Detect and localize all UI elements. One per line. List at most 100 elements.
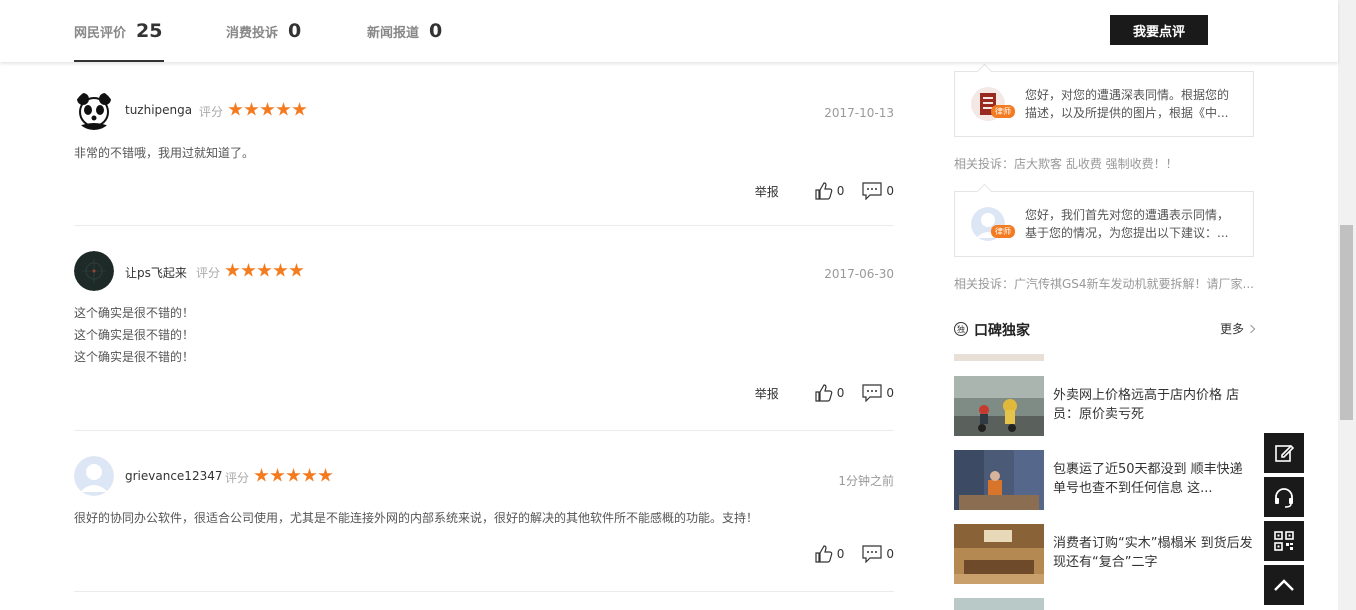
- tab-complaints[interactable]: 消费投诉 0: [226, 0, 301, 62]
- thumbs-up-icon: [815, 384, 833, 402]
- tab-label: 网民评价: [74, 25, 127, 41]
- news-thumbnail-partial: [954, 598, 1044, 610]
- like-count: 0: [836, 547, 845, 561]
- tab-label: 新闻报道: [367, 25, 420, 41]
- lawyer-badge: 律师: [991, 225, 1015, 238]
- news-thumbnail: [954, 450, 1044, 510]
- review-item: tuzhipenga 评分 2017-10-13 非常的不错哦，我用过就知道了。…: [74, 68, 894, 226]
- rating-label: 评分: [196, 266, 221, 280]
- customer-service-button[interactable]: [1264, 477, 1304, 517]
- review-line: 这个确实是很不错的！: [74, 350, 195, 364]
- review-line: 非常的不错哦，我用过就知道了。: [74, 146, 255, 160]
- lawyer-answer-card[interactable]: 律师 您好，对您的遭遇深表同情。根据您的描述，以及所提供的图片，根据《中...: [954, 71, 1254, 137]
- news-title: 包裹运了近50天都没到 顺丰快递单号也查不到任何信息 这...: [1053, 462, 1243, 496]
- star-icon: [260, 102, 275, 116]
- username[interactable]: 让ps飞起来: [125, 264, 187, 281]
- review-content: 这个确实是很不错的！ 这个确实是很不错的！ 这个确实是很不错的！: [74, 302, 194, 368]
- review-date: 2017-10-13: [824, 106, 894, 120]
- news-item[interactable]: 包裹运了近50天都没到 顺丰快递单号也查不到任何信息 这...: [954, 450, 1254, 510]
- chevron-up-icon: [1274, 579, 1294, 591]
- star-icon: [318, 468, 333, 482]
- star-icon: [286, 468, 301, 482]
- exclusive-icon: 独: [954, 322, 968, 336]
- star-icon: [254, 468, 269, 482]
- qr-code-icon: [1274, 531, 1294, 551]
- tab-label: 消费投诉: [226, 25, 279, 41]
- review-actions: 举报 0 0: [755, 384, 894, 402]
- scrollbar-thumb[interactable]: [1340, 225, 1353, 420]
- comment-count: 0: [886, 547, 894, 561]
- tab-news-reports[interactable]: 新闻报道 0: [367, 0, 442, 62]
- edit-icon: [1275, 444, 1294, 462]
- star-icon: [292, 102, 307, 116]
- news-thumbnail-partial: [954, 354, 1044, 361]
- like-button[interactable]: 0: [815, 384, 845, 402]
- write-review-button[interactable]: 我要点评: [1110, 15, 1208, 45]
- comment-count: 0: [886, 386, 894, 400]
- news-item[interactable]: 消费者订购“实木”榻榻米 到货后发现还有“复合”二字: [954, 524, 1254, 584]
- headset-icon: [1275, 488, 1293, 508]
- star-rating: [225, 263, 304, 278]
- review-line: 很好的协同办公软件，很适合公司使用，尤其是不能连接外网的内部系统来说，很好的解决…: [74, 511, 759, 525]
- review-line: 这个确实是很不错的！: [74, 328, 195, 342]
- thumbs-up-icon: [815, 545, 833, 563]
- like-button[interactable]: 0: [815, 545, 845, 563]
- like-count: 0: [836, 184, 845, 198]
- review-content: 非常的不错哦，我用过就知道了。: [74, 142, 254, 164]
- review-item: grievance12347 评分 1分钟之前 很好的协同办公软件，很适合公司使…: [74, 431, 894, 592]
- star-icon: [270, 468, 285, 482]
- review-date: 1分钟之前: [838, 474, 894, 488]
- comment-icon: [862, 545, 882, 563]
- comment-button[interactable]: 0: [862, 182, 894, 200]
- qr-code-button[interactable]: [1264, 521, 1304, 561]
- tab-count: 0: [288, 20, 302, 42]
- section-title: 口碑独家: [974, 323, 1030, 339]
- like-button[interactable]: 0: [815, 182, 845, 200]
- username[interactable]: tuzhipenga: [125, 103, 192, 117]
- star-icon: [302, 468, 317, 482]
- star-icon: [244, 102, 259, 116]
- rating-label: 评分: [199, 105, 224, 119]
- comment-icon: [862, 384, 882, 402]
- tab-bar: 网民评价 25 消费投诉 0 新闻报道 0 我要点评: [0, 0, 1338, 62]
- avatar[interactable]: [74, 90, 114, 130]
- star-rating: [228, 102, 307, 117]
- related-complaint-link[interactable]: 相关投诉：店大欺客 乱收费 强制收费！！: [954, 155, 1254, 172]
- report-button[interactable]: 举报: [755, 385, 779, 402]
- avatar[interactable]: [74, 456, 114, 496]
- comment-button[interactable]: 0: [862, 545, 894, 563]
- report-button[interactable]: 举报: [755, 183, 779, 200]
- news-title: 外卖网上价格远高于店内价格 店员：原价卖亏死: [1053, 388, 1240, 422]
- lawyer-answer-text: 您好，我们首先对您的遭遇表示同情，基于您的情况，为您提出以下建议：...: [1025, 208, 1230, 240]
- username[interactable]: grievance12347: [125, 469, 222, 483]
- tab-count: 25: [136, 20, 163, 42]
- lawyer-badge: 律师: [991, 105, 1015, 118]
- review-date: 2017-06-30: [824, 267, 894, 281]
- review-content: 很好的协同办公软件，很适合公司使用，尤其是不能连接外网的内部系统来说，很好的解决…: [74, 507, 758, 529]
- review-actions: 举报 0 0: [755, 182, 894, 200]
- news-thumbnail: [954, 376, 1044, 436]
- comment-count: 0: [886, 184, 894, 198]
- lawyer-answer-card[interactable]: 律师 您好，我们首先对您的遭遇表示同情，基于您的情况，为您提出以下建议：...: [954, 191, 1254, 257]
- like-count: 0: [836, 386, 845, 400]
- star-icon: [257, 263, 272, 277]
- star-rating: [254, 468, 333, 483]
- news-item[interactable]: 外卖网上价格远高于店内价格 店员：原价卖亏死: [954, 376, 1254, 436]
- review-item: 让ps飞起来 评分 2017-06-30 这个确实是很不错的！ 这个确实是很不错…: [74, 226, 894, 431]
- related-complaint-link[interactable]: 相关投诉：广汽传祺GS4新车发动机就要拆解！请厂家...: [954, 275, 1254, 292]
- review-line: 这个确实是很不错的！: [74, 306, 195, 320]
- comment-icon: [862, 182, 882, 200]
- more-link[interactable]: 更多: [1220, 320, 1254, 337]
- comment-button[interactable]: 0: [862, 384, 894, 402]
- star-icon: [228, 102, 243, 116]
- lawyer-answer-text: 您好，对您的遭遇深表同情。根据您的描述，以及所提供的图片，根据《中...: [1025, 88, 1230, 120]
- tab-count: 0: [429, 20, 443, 42]
- thumbs-up-icon: [815, 182, 833, 200]
- back-to-top-button[interactable]: [1264, 565, 1304, 605]
- avatar[interactable]: [74, 251, 114, 291]
- star-icon: [273, 263, 288, 277]
- news-thumbnail: [954, 524, 1044, 584]
- star-icon: [289, 263, 304, 277]
- write-review-float-button[interactable]: [1264, 433, 1304, 473]
- tab-user-reviews[interactable]: 网民评价 25: [74, 0, 164, 62]
